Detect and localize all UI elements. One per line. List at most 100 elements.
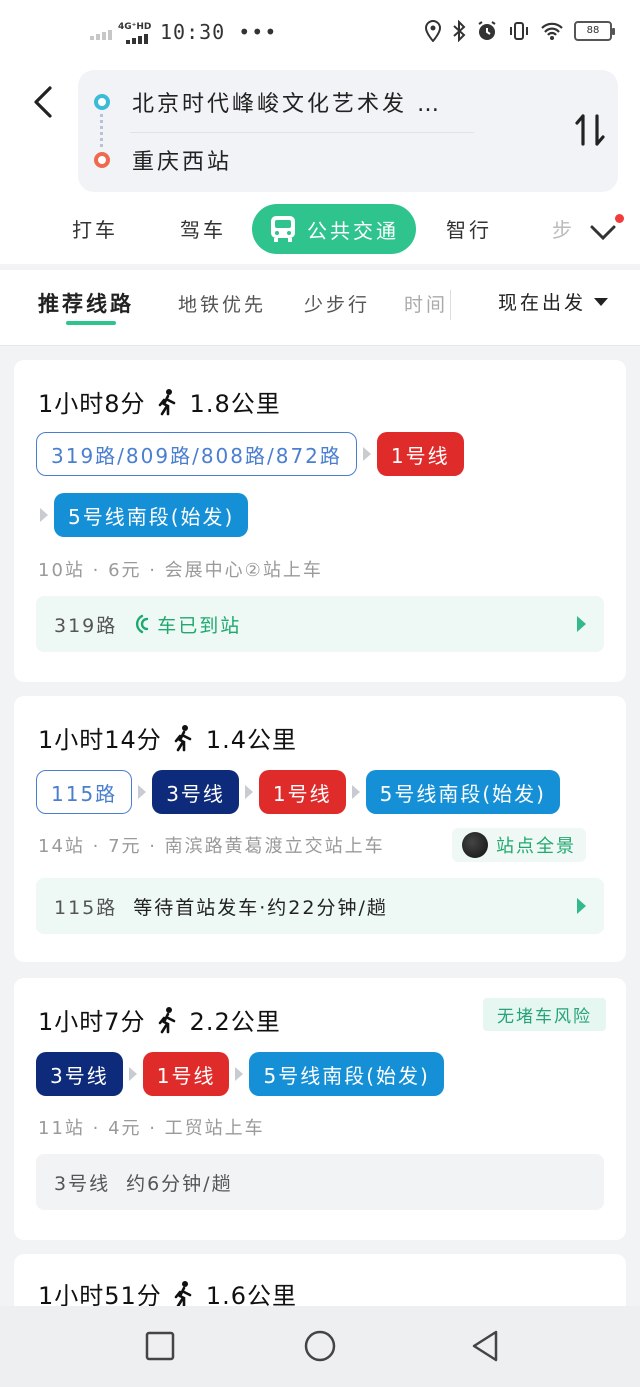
route-summary: 1小时8分 1.8公里 xyxy=(38,384,281,419)
line-badge-metro-5: 5号线南段(始发) xyxy=(365,770,560,814)
end-point-icon xyxy=(94,152,110,168)
bluetooth-icon xyxy=(453,20,466,42)
line-badge-metro-1: 1号线 xyxy=(376,432,464,476)
route-connector xyxy=(100,114,103,148)
transfer-line-row: 115路 3号线 1号线 5号线南段(始发) xyxy=(36,770,560,814)
depart-time-select[interactable]: 现在出发 xyxy=(498,288,609,315)
transfer-arrow-icon xyxy=(128,1067,137,1081)
route-meta: 14站 · 7元 · 南滨路黄葛渡立交站上车 xyxy=(38,836,385,857)
transfer-line-row: 319路/809路/808路/872路 1号线 xyxy=(36,432,464,476)
frequency-text: 约6分钟/趟 xyxy=(126,1172,233,1195)
route-card[interactable]: 1小时14分 1.4公里 115路 3号线 1号线 5号线南段(始发) 14站 … xyxy=(14,696,626,962)
more-tabs-button[interactable] xyxy=(588,214,624,244)
alarm-icon xyxy=(478,21,496,40)
status-icons: 88 xyxy=(424,20,615,42)
tab-walk[interactable]: 步 xyxy=(552,214,575,243)
system-nav-bar xyxy=(0,1306,640,1387)
transfer-arrow-icon xyxy=(235,1067,244,1081)
panorama-label: 站点全景 xyxy=(496,836,576,857)
network-type: 4G⁺HD xyxy=(118,22,152,32)
status-bar: 4G⁺HD 10:30 ••• 88 xyxy=(0,0,640,68)
route-input-box: 北京时代峰峻文化艺术发 … 重庆西站 ! xyxy=(78,70,618,192)
more-notifications: ••• xyxy=(238,20,278,44)
walk-icon xyxy=(158,388,175,415)
realtime-status[interactable]: 115路 等待首站发车·约22分钟/趟 xyxy=(36,878,604,934)
wait-text: 等待首站发车·约22分钟/趟 xyxy=(133,896,388,919)
route-card[interactable]: 1小时7分 2.2公里 无堵车风险 3号线 1号线 5号线南段(始发) 11站 … xyxy=(14,978,626,1240)
tab-transit-label: 公共交通 xyxy=(307,218,399,243)
route-duration: 1小时14分 xyxy=(38,726,162,754)
depart-time-label: 现在出发 xyxy=(498,292,587,314)
route-card[interactable]: 1小时8分 1.8公里 319路/809路/808路/872路 1号线 5号线南… xyxy=(14,360,626,682)
swap-route-icon[interactable] xyxy=(568,108,612,152)
network-signal-icon: 4G⁺HD xyxy=(118,22,154,46)
bus-icon xyxy=(271,216,295,242)
arrival-text: 车已到站 xyxy=(157,614,242,637)
status-route: 3号线 xyxy=(54,1172,111,1195)
arrival-status: 车已到站 xyxy=(133,611,241,638)
route-filter-bar: 推荐线路 地铁优先 少步行 时间 现在出发 xyxy=(0,270,640,346)
filter-less-walk[interactable]: 少步行 xyxy=(304,290,370,317)
transfer-arrow-icon xyxy=(138,785,147,799)
status-route: 319路 xyxy=(54,614,118,637)
status-route: 115路 xyxy=(54,896,118,919)
line-badge-metro-1: 1号线 xyxy=(258,770,346,814)
line-badge-bus: 115路 xyxy=(36,770,133,814)
transfer-line-row: 3号线 1号线 5号线南段(始发) xyxy=(36,1052,444,1096)
chevron-right-icon xyxy=(577,616,586,632)
walk-icon xyxy=(174,724,192,751)
filter-subway-first[interactable]: 地铁优先 xyxy=(178,290,266,317)
divider xyxy=(130,132,474,133)
route-duration: 1小时7分 xyxy=(38,1008,146,1036)
tab-smart[interactable]: 智行 xyxy=(446,214,492,243)
route-duration: 1小时8分 xyxy=(38,390,146,418)
frequency-status[interactable]: 3号线 约6分钟/趟 xyxy=(36,1154,604,1210)
transfer-arrow-icon xyxy=(40,508,48,522)
tab-drive[interactable]: 驾车 xyxy=(180,214,226,243)
line-badge-metro-5: 5号线南段(始发) xyxy=(54,493,249,537)
walk-icon xyxy=(158,1006,175,1033)
realtime-status[interactable]: 319路 车已到站 xyxy=(36,596,604,652)
route-summary: 1小时14分 1.4公里 xyxy=(38,720,297,755)
origin-field[interactable]: 北京时代峰峻文化艺术发 … xyxy=(132,86,442,118)
back-nav-icon[interactable] xyxy=(468,1328,504,1364)
walk-icon xyxy=(174,1280,192,1307)
notification-dot xyxy=(615,214,624,223)
route-meta: 10站 · 6元 · 会展中心②站上车 xyxy=(38,560,323,581)
voice-input-icon[interactable]: ! xyxy=(633,108,640,158)
location-icon xyxy=(424,20,442,42)
travel-mode-tabs: 打车 驾车 公共交通 智行 步 xyxy=(0,204,640,254)
transfer-arrow-icon xyxy=(244,785,253,799)
dropdown-arrow-icon xyxy=(594,297,609,306)
signal-icon xyxy=(90,30,112,40)
tab-transit[interactable]: 公共交通 xyxy=(252,204,416,254)
wifi-icon xyxy=(541,22,563,40)
route-summary: 1小时7分 2.2公里 xyxy=(38,1002,281,1037)
line-badge-metro-3: 3号线 xyxy=(152,770,239,814)
transfer-arrow-icon xyxy=(362,447,371,461)
chevron-right-icon xyxy=(577,898,586,914)
active-filter-indicator xyxy=(66,321,116,325)
line-badge-metro-3: 3号线 xyxy=(36,1052,123,1096)
line-badge-bus: 319路/809路/808路/872路 xyxy=(36,432,357,476)
transfer-arrow-icon xyxy=(351,785,360,799)
realtime-signal-icon xyxy=(136,614,149,634)
chevron-down-icon xyxy=(590,225,616,241)
home-icon[interactable] xyxy=(302,1328,338,1364)
tab-taxi[interactable]: 打车 xyxy=(72,214,118,243)
line-badge-metro-1: 1号线 xyxy=(142,1052,230,1096)
panorama-thumbnail xyxy=(462,832,488,858)
route-meta: 11站 · 4元 · 工贸站上车 xyxy=(38,1118,265,1139)
line-badge-metro-5: 5号线南段(始发) xyxy=(249,1052,444,1096)
status-time: 10:30 ••• xyxy=(160,20,277,44)
walk-distance: 1.8公里 xyxy=(189,390,281,418)
station-panorama-button[interactable]: 站点全景 xyxy=(452,828,586,862)
battery-icon: 88 xyxy=(574,21,615,41)
route-header: 北京时代峰峻文化艺术发 … 重庆西站 ! 打车 驾车 公共交通 智行 步 xyxy=(0,68,640,264)
recents-icon[interactable] xyxy=(142,1328,178,1364)
vibrate-icon xyxy=(510,22,528,40)
filter-recommended[interactable]: 推荐线路 xyxy=(38,288,134,318)
back-icon[interactable] xyxy=(24,82,64,122)
destination-field[interactable]: 重庆西站 xyxy=(132,144,232,176)
filter-time[interactable]: 时间 xyxy=(404,290,446,317)
